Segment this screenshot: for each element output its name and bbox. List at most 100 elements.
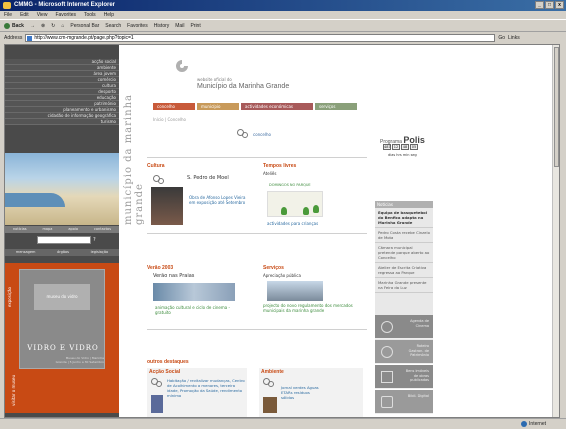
link-mensagem[interactable]: mensagem [16, 249, 36, 256]
ambiente-thumbnail[interactable] [263, 397, 277, 413]
beach-strip-image[interactable] [153, 283, 235, 301]
forward-button[interactable]: → [30, 21, 35, 32]
counter-minutes: 48 [401, 144, 409, 150]
accao-thumbnail[interactable] [151, 395, 163, 413]
minimize-button[interactable]: _ [535, 1, 544, 9]
news-item[interactable]: Pedro Costa recebe Cinzelo de Mota [375, 228, 433, 243]
section-verao: Verão 2003 [147, 265, 173, 271]
servicos-link[interactable]: projecto do novo regulamento dos mercado… [263, 303, 363, 313]
link-orgaos[interactable]: órgãos [57, 249, 69, 256]
stop-button[interactable]: ⊗ [41, 21, 45, 32]
window-controls: _ □ x [535, 1, 564, 9]
print-button[interactable]: Print [190, 21, 200, 32]
maximize-button[interactable]: □ [545, 1, 554, 9]
close-button[interactable]: x [555, 1, 564, 9]
mail-button[interactable]: Mail [175, 21, 184, 32]
search-button[interactable]: Search [105, 21, 121, 32]
verao-link[interactable]: animação cultural e ciclo de cinema - gr… [155, 305, 247, 315]
tempos-livres-link[interactable]: actividades para crianças [267, 221, 318, 226]
history-button[interactable]: History [154, 21, 170, 32]
tab-actividades[interactable]: actividades económicas [241, 103, 313, 110]
address-bar: Address http://www.cm-mgrande.pt/page.ph… [0, 33, 566, 43]
market-building-image[interactable] [267, 281, 323, 301]
ie-icon [3, 2, 11, 9]
cultura-link[interactable]: Obra de Afonso Lopes Vieira em exposição… [189, 195, 251, 205]
biblioteca-button[interactable]: Bibli. Digital [375, 390, 433, 414]
menu-tools[interactable]: Tools [84, 11, 96, 19]
section-tempos-livres: Tempos livres [263, 163, 363, 169]
ambiente-link[interactable]: Jornal verdes Aguas ETARs resíduos sólid… [281, 385, 321, 400]
concelho-link[interactable]: concelho [237, 129, 271, 139]
promo-banner[interactable]: exposição visitar o museu museu do vidro… [5, 263, 119, 413]
obras-button[interactable]: Bens imóveis de obras publicadas [375, 365, 433, 389]
cultura-title: Cultura [147, 163, 165, 169]
globe-icon [521, 421, 528, 427]
gears-icon [153, 175, 165, 185]
quicklink-noticias[interactable]: notícias [13, 226, 27, 233]
home-button[interactable]: ⌂ [61, 21, 64, 32]
menu-favorites[interactable]: Favorites [55, 11, 76, 19]
cultura-subtitle: S. Pedro de Moel [187, 175, 229, 181]
polis-counter: 487 12 48 05 [383, 144, 418, 150]
municipality-logo-icon [176, 60, 188, 72]
ambiente-title: Ambiente [261, 369, 284, 375]
news-header: Notícias [375, 201, 433, 208]
quick-links: notícias mapa apoio contactos [5, 226, 119, 233]
gears-icon [151, 378, 163, 388]
tab-municipio[interactable]: município [197, 103, 239, 110]
address-input[interactable]: http://www.cm-mgrande.pt/page.php?topic=… [25, 34, 496, 42]
news-item[interactable]: Atelier de Escrita Criativa regressa ao … [375, 263, 433, 278]
park-image[interactable] [267, 191, 323, 217]
refresh-button[interactable]: ↻ [51, 21, 55, 32]
counter-hours: 12 [392, 144, 400, 150]
quicklink-contactos[interactable]: contactos [94, 226, 111, 233]
site-search-input[interactable] [37, 236, 91, 244]
link-legislacao[interactable]: legislação [91, 249, 108, 256]
book-icon [381, 396, 393, 408]
site-search-go[interactable]: ? [93, 236, 101, 244]
quicklink-mapa[interactable]: mapa [43, 226, 53, 233]
tab-concelho[interactable]: concelho [153, 103, 195, 110]
tree-icon [313, 205, 319, 213]
biblioteca-label: Bibli. Digital [407, 394, 429, 398]
menu-edit[interactable]: Edit [20, 11, 29, 19]
promo-card-text: Museu do Vidro | Marinha Grande | 5 Junh… [55, 356, 104, 364]
go-button[interactable]: Go [498, 33, 505, 43]
outros-title: outros destaques [147, 359, 189, 365]
personal-bar-button[interactable]: Personal Bar [70, 21, 99, 32]
window-titlebar: CMMG - Microsoft Internet Explorer _ □ x [0, 0, 566, 11]
menu-file[interactable]: File [4, 11, 12, 19]
tab-servicos[interactable]: serviços [315, 103, 357, 110]
news-item[interactable]: Marinha Grande presente na Feira da Luz [375, 278, 433, 293]
menu-help[interactable]: Help [104, 11, 114, 19]
counter-days: 487 [383, 144, 391, 150]
links-button[interactable]: Links [508, 33, 520, 43]
news-item[interactable]: Equipa de basquetebol do Benfica adapta … [375, 208, 433, 228]
tempos-livres-banner: DOMINGOS NO PARQUE [269, 183, 311, 187]
agenda-button[interactable]: Agenda de Cinema [375, 315, 433, 339]
gears-icon [237, 129, 249, 139]
roteiro-button[interactable]: Roteiro Gastron. de Património [375, 340, 433, 364]
back-label: Back [12, 22, 24, 29]
verao-title: Verão 2003 [147, 265, 174, 271]
favorites-button[interactable]: Favorites [127, 21, 148, 32]
window-title: CMMG - Microsoft Internet Explorer [14, 2, 116, 8]
scrollbar-thumb[interactable] [554, 47, 559, 167]
concelho-link-label: concelho [253, 131, 271, 137]
sidebar-item-turismo[interactable]: turismo [5, 119, 119, 125]
section-cultura: Cultura [147, 163, 247, 169]
cultura-portrait[interactable] [151, 187, 183, 225]
divider [147, 329, 367, 330]
menu-view[interactable]: View [37, 11, 48, 19]
back-button[interactable]: Back [4, 21, 24, 32]
tempos-livres-title: Tempos livres [263, 163, 297, 169]
obras-label: Bens imóveis de obras publicadas [405, 369, 429, 382]
counter-seconds: 05 [410, 144, 418, 150]
address-label: Address [4, 35, 23, 41]
news-item[interactable]: Câmara municipal pretende parque aberto … [375, 243, 433, 263]
sea-shape [5, 193, 65, 207]
vertical-scrollbar[interactable] [552, 45, 559, 417]
quicklink-apoio[interactable]: apoio [68, 226, 78, 233]
accao-link[interactable]: Habitação / revitalizar mudanças, Centro… [167, 378, 245, 398]
divider [147, 157, 367, 158]
